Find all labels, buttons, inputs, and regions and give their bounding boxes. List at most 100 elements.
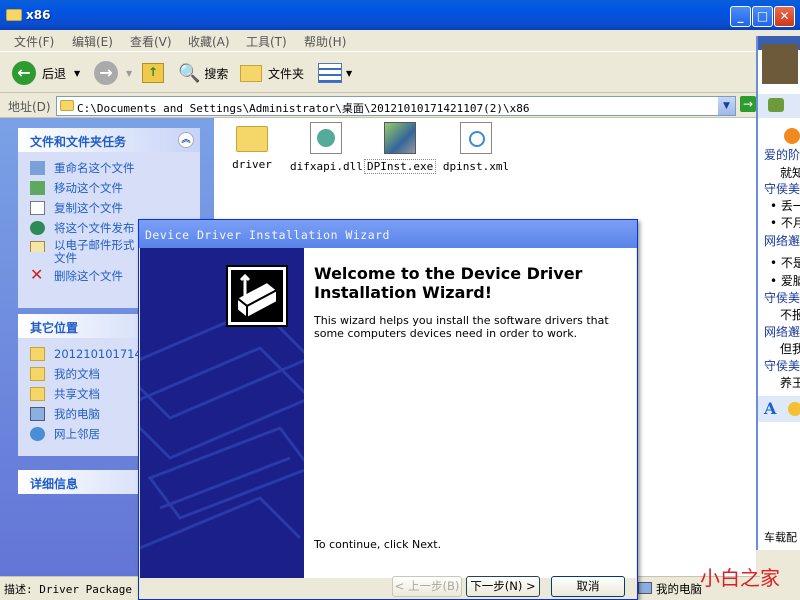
- task-rename[interactable]: 重命名这个文件: [18, 158, 200, 178]
- place-label: 我的文档: [54, 367, 100, 381]
- dll-icon: [310, 122, 342, 154]
- dropdown-arrow-icon[interactable]: ▼: [74, 69, 80, 78]
- details-title: 详细信息: [30, 477, 79, 491]
- wizard-heading-line: Installation Wizard!: [314, 283, 493, 302]
- folder-icon: [60, 100, 74, 111]
- chat-line: 就知: [780, 166, 800, 180]
- place-label: 我的电脑: [54, 407, 100, 421]
- place-label: 网上邻居: [54, 427, 100, 441]
- watermark: 小白之家: [700, 566, 780, 590]
- maximize-icon: □: [756, 9, 769, 23]
- folders-button[interactable]: 文件夹: [240, 59, 304, 87]
- wizard-heading-line: Welcome to the Device Driver: [314, 264, 583, 283]
- chat-line: • 不月: [770, 216, 800, 230]
- task-label: 以电子邮件形式: [54, 238, 135, 252]
- forward-button[interactable]: → ▼: [94, 59, 132, 87]
- cancel-button[interactable]: 取消: [551, 576, 625, 597]
- window-titlebar[interactable]: x86 _ □ ✕: [0, 0, 800, 30]
- task-label: 重命名这个文件: [54, 161, 135, 175]
- task-move[interactable]: 移动这个文件: [18, 178, 200, 198]
- chat-line: 不报: [780, 308, 800, 322]
- wizard-side-banner: [140, 248, 304, 578]
- folders-label: 文件夹: [268, 66, 305, 81]
- close-button[interactable]: ✕: [774, 6, 795, 27]
- other-places-title: 其它位置: [30, 321, 79, 335]
- collapse-chevron-icon[interactable]: ︽: [178, 132, 194, 148]
- minimize-icon: _: [737, 9, 744, 23]
- network-icon: [30, 427, 45, 441]
- address-input[interactable]: C:\Documents and Settings\Administrator\…: [56, 96, 736, 116]
- file-name: difxapi.dll: [290, 160, 363, 173]
- shared-folder-icon: [30, 387, 45, 401]
- chat-line: 但我: [780, 342, 800, 356]
- chat-icon[interactable]: [768, 98, 784, 112]
- menu-edit[interactable]: 编辑(E): [72, 33, 113, 50]
- installer-icon: [384, 122, 416, 154]
- font-icon[interactable]: A: [764, 399, 776, 418]
- window-title: x86: [26, 8, 51, 22]
- file-name: dpinst.xml: [442, 160, 510, 173]
- search-button[interactable]: 🔍 搜索: [178, 59, 228, 87]
- menu-view[interactable]: 查看(V): [130, 33, 172, 50]
- chat-line: 养王: [780, 376, 800, 390]
- file-item[interactable]: difxapi.dll: [290, 122, 363, 173]
- up-folder-button[interactable]: ↑: [142, 59, 164, 87]
- chat-line: 爱的阶: [764, 148, 800, 162]
- folder-icon: [30, 347, 45, 361]
- views-button[interactable]: ▼: [318, 59, 352, 87]
- next-button[interactable]: 下一步(N) >: [466, 576, 540, 597]
- minimize-button[interactable]: _: [730, 6, 751, 27]
- chat-line: 网络邂: [764, 234, 800, 248]
- emoji-icon[interactable]: [788, 402, 800, 416]
- move-icon: [30, 181, 45, 195]
- task-label: 文件: [54, 252, 77, 265]
- task-copy[interactable]: 复制这个文件: [18, 198, 200, 218]
- side-chat-panel: 爱的阶 就知 守侯美 • 丢一 • 不月 网络邂 • 不是 • 爱脑 守侯美 不…: [756, 36, 800, 550]
- dropdown-arrow-icon[interactable]: ▼: [346, 69, 352, 78]
- copy-icon: [30, 201, 45, 215]
- up-folder-icon: ↑: [142, 63, 164, 83]
- format-toolbar: A: [758, 396, 800, 422]
- file-name: driver: [232, 158, 272, 171]
- close-icon: ✕: [779, 9, 790, 23]
- back-button[interactable]: < 上一步(B): [392, 576, 462, 597]
- menu-tools[interactable]: 工具(T): [246, 33, 287, 50]
- wizard-continue-hint: To continue, click Next.: [314, 538, 442, 551]
- maximize-button[interactable]: □: [752, 6, 773, 27]
- place-label: 共享文档: [54, 387, 100, 401]
- file-tasks-header[interactable]: 文件和文件夹任务 ︽: [18, 128, 200, 152]
- menu-favorites[interactable]: 收藏(A): [188, 33, 230, 50]
- wizard-description: This wizard helps you install the softwa…: [314, 314, 609, 340]
- menu-help[interactable]: 帮助(H): [304, 33, 346, 50]
- file-tasks-title: 文件和文件夹任务: [30, 135, 127, 149]
- chevron-down-icon[interactable]: ▼: [718, 97, 735, 115]
- chat-line: 车载配: [764, 531, 797, 544]
- forward-arrow-icon: →: [94, 61, 118, 85]
- file-item[interactable]: DPInst.exe: [364, 122, 437, 174]
- computer-icon: [638, 582, 652, 594]
- address-label: 地址(D): [8, 100, 51, 114]
- chat-line: • 丢一: [770, 199, 800, 213]
- back-button[interactable]: ← 后退 ▼: [12, 59, 80, 87]
- chat-line: 守侯美: [764, 359, 800, 373]
- delete-x-icon: ✕: [30, 266, 44, 284]
- file-name: DPInst.exe: [364, 159, 437, 174]
- search-label: 搜索: [204, 66, 229, 81]
- status-description: 描述: Driver Package I: [4, 583, 146, 596]
- wizard-titlebar[interactable]: Device Driver Installation Wizard: [139, 220, 637, 248]
- chat-line: • 爱脑: [770, 274, 800, 288]
- my-documents-icon: [30, 367, 45, 381]
- chat-line: 守侯美: [764, 182, 800, 196]
- rename-icon: [30, 161, 45, 175]
- menu-file[interactable]: 文件(F): [14, 33, 54, 50]
- folder-icon: [6, 9, 22, 21]
- wizard-body: Welcome to the Device Driver Installatio…: [140, 248, 636, 578]
- driver-wizard-dialog: Device Driver Installation Wizard Welcom…: [138, 219, 638, 600]
- wizard-heading: Welcome to the Device Driver Installatio…: [314, 264, 582, 302]
- file-item[interactable]: dpinst.xml: [440, 122, 512, 173]
- views-icon: [318, 63, 342, 83]
- go-arrow-icon[interactable]: →: [740, 96, 756, 112]
- file-item[interactable]: driver: [216, 122, 288, 171]
- address-bar: 地址(D) C:\Documents and Settings\Administ…: [0, 94, 756, 118]
- dropdown-arrow-icon[interactable]: ▼: [126, 69, 132, 78]
